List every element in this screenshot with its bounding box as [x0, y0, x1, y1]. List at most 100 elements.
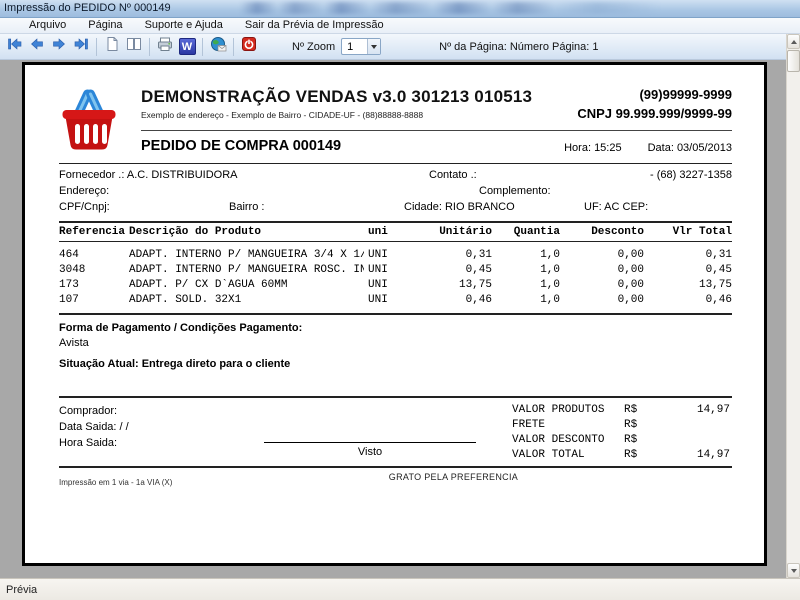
document-header: DEMONSTRAÇÃO VENDAS v3.0 301213 010513 E… — [59, 87, 732, 154]
menu-pagina[interactable]: Página — [77, 18, 133, 33]
cell-uni: UNI — [368, 294, 388, 306]
export-word-button[interactable]: W — [176, 37, 198, 57]
menu-sair-da-previa[interactable]: Sair da Prévia de Impressão — [234, 18, 395, 33]
single-page-view-button[interactable] — [101, 37, 123, 57]
cell-desc: ADAPT. INTERNO P/ MANGUEIRA ROSC. INT. 1… — [129, 264, 364, 276]
signature-area: Visto — [264, 442, 476, 460]
total-label: FRETE — [512, 419, 546, 431]
scroll-up-button[interactable] — [787, 34, 800, 49]
total-row: VALOR TOTAL R$ 14,97 — [512, 448, 730, 463]
toolbar-separator — [96, 37, 97, 56]
cell-unit: 0,45 — [465, 264, 492, 276]
print-button[interactable] — [154, 37, 176, 57]
cell-uni: UNI — [368, 249, 388, 261]
col-descricao: Descrição do Produto — [129, 226, 262, 238]
shopping-basket-logo — [62, 89, 116, 150]
total-value: 14,97 — [696, 449, 730, 461]
total-label: VALOR PRODUTOS — [512, 404, 605, 416]
cell-uni: UNI — [368, 264, 388, 276]
payment-section: Forma de Pagamento / Condições Pagamento… — [59, 322, 732, 370]
cell-desc: ADAPT. INTERNO P/ MANGUEIRA 3/4 X 1/2' — [129, 249, 364, 261]
cell-total: 13,75 — [698, 279, 732, 291]
cell-qty: 1,0 — [540, 249, 560, 261]
cell-desc: ADAPT. SOLD. 32X1 — [129, 294, 242, 306]
total-label: VALOR DESCONTO — [512, 434, 605, 446]
previous-page-icon — [29, 36, 45, 57]
company-address: Exemplo de endereço - Exemplo de Bairro … — [141, 110, 424, 120]
total-label: VALOR TOTAL — [512, 449, 585, 461]
cell-ref: 107 — [59, 294, 79, 306]
vertical-scrollbar[interactable] — [786, 34, 800, 578]
app-window: Impressão do PEDIDO Nº 000149 Arquivo Pá… — [0, 0, 800, 600]
two-page-view-button[interactable] — [123, 37, 145, 57]
cell-qty: 1,0 — [540, 294, 560, 306]
scroll-track[interactable] — [787, 72, 800, 563]
cell-disc: 0,00 — [617, 249, 644, 261]
next-page-button[interactable] — [48, 37, 70, 57]
previous-page-button[interactable] — [26, 37, 48, 57]
supplier-address: Endereço: — [59, 185, 110, 197]
cell-unit: 0,46 — [465, 294, 492, 306]
total-value — [650, 418, 730, 433]
company-cnpj: CNPJ 99.999.999/9999-99 — [577, 106, 732, 121]
cell-ref: 464 — [59, 249, 79, 261]
preview-area: DEMONSTRAÇÃO VENDAS v3.0 301213 010513 E… — [0, 60, 800, 578]
table-row: 3048 ADAPT. INTERNO P/ MANGUEIRA ROSC. I… — [59, 263, 732, 278]
cell-total: 0,46 — [705, 294, 732, 306]
divider — [59, 396, 732, 398]
supplier-city: Cidade: RIO BRANCO — [404, 201, 515, 213]
cell-disc: 0,00 — [617, 264, 644, 276]
word-icon: W — [178, 38, 196, 55]
menu-suporte-e-ajuda[interactable]: Suporte e Ajuda — [134, 18, 234, 33]
closing-section: Comprador: Data Saida: / / Hora Saida: V… — [59, 402, 732, 466]
next-page-icon — [51, 36, 67, 57]
total-currency: R$ — [624, 449, 638, 461]
totals-block: VALOR PRODUTOS R$ 14,97 FRETE R$ VALOR D… — [512, 403, 730, 463]
col-unitario: Unitário — [439, 226, 492, 238]
cell-disc: 0,00 — [617, 294, 644, 306]
zoom-dropdown[interactable]: 1 — [341, 38, 382, 55]
order-time: Hora: 15:25 — [564, 142, 622, 154]
order-datetime: Hora: 15:25 Data: 03/05/2013 — [564, 142, 732, 154]
last-page-button[interactable] — [70, 37, 92, 57]
zoom-value: 1 — [347, 40, 354, 53]
cell-uni: UNI — [368, 279, 388, 291]
exit-time-label: Hora Saida: — [59, 437, 118, 449]
first-page-button[interactable] — [4, 37, 26, 57]
payment-label: Forma de Pagamento / Condições Pagamento… — [59, 322, 303, 334]
cell-desc: ADAPT. P/ CX D`AGUA 60MM — [129, 279, 288, 291]
exit-preview-button[interactable] — [238, 37, 260, 57]
page-number-info: Nº da Página: Número Página: 1 — [439, 40, 599, 53]
product-table-header: Referencia Descrição do Produto uni Unit… — [59, 223, 732, 240]
supplier-contact-phone: - (68) 3227-1358 — [650, 169, 732, 181]
document-page: DEMONSTRAÇÃO VENDAS v3.0 301213 010513 E… — [22, 62, 767, 566]
divider — [59, 241, 732, 242]
single-page-icon — [104, 36, 120, 57]
menu-arquivo[interactable]: Arquivo — [18, 18, 77, 33]
toolbar: W Nº Zoom 1 Nº da Página: Número Página:… — [0, 34, 800, 60]
total-currency: R$ — [624, 404, 638, 416]
scroll-down-button[interactable] — [787, 563, 800, 578]
client-area: W Nº Zoom 1 Nº da Página: Número Página:… — [0, 34, 800, 578]
company-phone: (99)99999-9999 — [639, 87, 732, 102]
divider — [59, 163, 732, 164]
zoom-label: Nº Zoom — [292, 40, 336, 53]
cell-ref: 3048 — [59, 264, 86, 276]
company-block: DEMONSTRAÇÃO VENDAS v3.0 301213 010513 E… — [141, 87, 532, 121]
supplier-section: Fornecedor .: A.C. DISTRIBUIDORA Contato… — [59, 167, 732, 215]
two-page-icon — [126, 36, 142, 57]
power-exit-icon — [241, 36, 257, 57]
col-uni: uni — [368, 226, 388, 238]
total-currency: R$ — [624, 434, 638, 446]
table-row: 173 ADAPT. P/ CX D`AGUA 60MM UNI 13,75 1… — [59, 278, 732, 293]
cell-qty: 1,0 — [540, 264, 560, 276]
supplier-district: Bairro : — [229, 201, 265, 213]
send-email-button[interactable] — [207, 36, 229, 57]
total-row: FRETE R$ — [512, 418, 730, 433]
col-referencia: Referencia — [59, 226, 125, 238]
header-divider — [141, 130, 732, 131]
chevron-down-icon[interactable] — [367, 39, 381, 54]
toolbar-separator — [233, 37, 234, 56]
thanks-note: GRATO PELA PREFERENCIA — [388, 472, 519, 482]
scroll-thumb[interactable] — [787, 50, 800, 72]
